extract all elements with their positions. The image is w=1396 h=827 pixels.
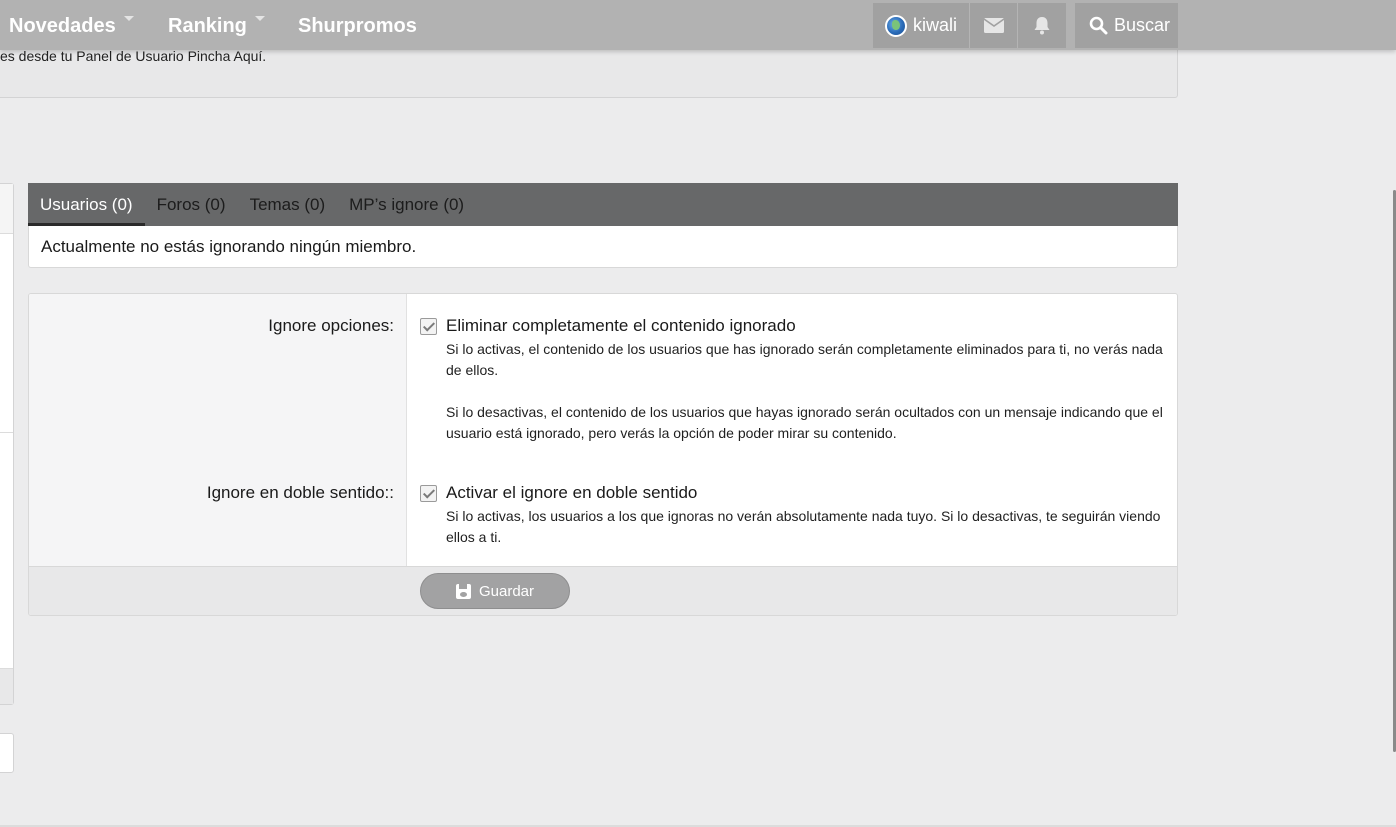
bell-icon <box>1034 17 1050 35</box>
ignore-options-form: Ignore opciones: Ignore en doble sentido… <box>28 293 1178 616</box>
sidebar-header <box>0 184 13 234</box>
hint-text: Si lo desactivas, el contenido de los us… <box>446 404 1163 441</box>
hint-doble-sentido: Si lo activas, los usuarios a los que ig… <box>446 506 1170 548</box>
envelope-icon <box>983 18 1004 33</box>
ignore-tabs: Usuarios (0) Foros (0) Temas (0) MP’s ig… <box>28 183 1178 226</box>
nav-label-ranking: Ranking <box>168 14 247 37</box>
search-label: Buscar <box>1114 15 1171 35</box>
sidebar-footer <box>0 668 13 704</box>
save-button[interactable]: Guardar <box>420 573 570 609</box>
nav-label-shurpromos: Shurpromos <box>298 14 417 37</box>
nav-item-ranking[interactable]: Ranking <box>168 12 265 40</box>
search-icon <box>1089 16 1108 35</box>
option-doble-sentido: Activar el ignore en doble sentido Si lo… <box>420 483 1170 548</box>
nav-label-novedades: Novedades <box>9 14 116 37</box>
tab-foros[interactable]: Foros (0) <box>145 183 238 226</box>
nav-item-novedades[interactable]: Novedades <box>9 12 134 40</box>
sidebar-box <box>0 733 14 773</box>
label-ignore-opciones: Ignore opciones: <box>268 316 394 335</box>
checkbox-label-eliminar[interactable]: Eliminar completamente el contenido igno… <box>446 316 796 336</box>
checkbox-label-doble-sentido[interactable]: Activar el ignore en doble sentido <box>446 483 697 503</box>
chevron-down-icon <box>123 15 134 21</box>
nav-item-shurpromos[interactable]: Shurpromos <box>298 12 417 40</box>
hint-text: Si lo activas, el contenido de los usuar… <box>446 341 1163 378</box>
save-label: Guardar <box>478 582 535 600</box>
form-labels-column: Ignore opciones: Ignore en doble sentido… <box>29 294 407 566</box>
checkbox-eliminar-contenido[interactable] <box>420 317 437 335</box>
tab-temas[interactable]: Temas (0) <box>238 183 338 226</box>
username: kiwali <box>913 15 958 35</box>
notifications-button[interactable] <box>1018 3 1066 48</box>
hint-text: Si lo activas, los usuarios a los que ig… <box>446 508 1161 545</box>
notice-text[interactable]: es desde tu Panel de Usuario Pincha Aquí… <box>0 48 266 64</box>
option-eliminar-contenido: Eliminar completamente el contenido igno… <box>420 316 1170 444</box>
top-navigation-bar: Novedades Ranking Shurpromos kiwali Busc… <box>0 0 1396 50</box>
label-ignore-doble-sentido: Ignore en doble sentido:: <box>206 483 394 502</box>
sidebar-panel <box>0 183 14 705</box>
messages-button[interactable] <box>970 3 1019 48</box>
checkbox-doble-sentido[interactable] <box>420 484 437 502</box>
search-button[interactable]: Buscar <box>1075 3 1178 48</box>
globe-avatar-icon <box>885 14 907 37</box>
user-menu-button[interactable]: kiwali <box>873 3 971 48</box>
checkbox-row-eliminar[interactable]: Eliminar completamente el contenido igno… <box>420 316 1170 336</box>
sidebar-divider <box>0 432 13 433</box>
tab-usuarios[interactable]: Usuarios (0) <box>28 183 145 226</box>
hint-eliminar: Si lo activas, el contenido de los usuar… <box>446 339 1170 444</box>
tab-content-message: Actualmente no estás ignorando ningún mi… <box>28 226 1178 268</box>
tab-mps-ignore[interactable]: MP’s ignore (0) <box>337 183 476 226</box>
floppy-disk-icon <box>455 583 471 599</box>
chevron-down-icon <box>254 15 265 21</box>
form-footer: Guardar <box>29 566 1177 615</box>
checkbox-row-doble-sentido[interactable]: Activar el ignore en doble sentido <box>420 483 1170 503</box>
user-toolbar: kiwali <box>873 3 1067 48</box>
